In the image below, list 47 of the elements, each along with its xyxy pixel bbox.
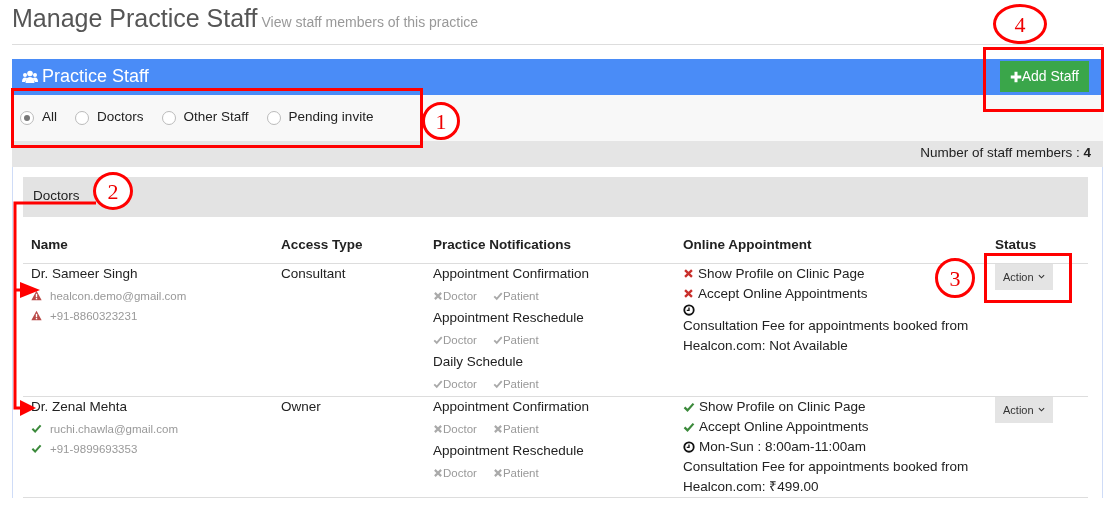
column-header: Name — [23, 216, 273, 264]
setting-text: Accept Online Appointments — [699, 417, 869, 436]
staff-name: Dr. Sameer Singh — [31, 264, 139, 283]
email-text: healcon.demo@gmail.com — [50, 288, 187, 304]
setting-text: Show Profile on Clinic Page — [699, 397, 866, 416]
recipient-label: Patient — [502, 421, 539, 437]
setting-text: Show Profile on Clinic Page — [698, 264, 865, 283]
email-text: ruchi.chawla@gmail.com — [50, 421, 178, 437]
recipient-label: Doctor — [443, 288, 477, 304]
filter-radio[interactable]: Other Staff — [161, 107, 249, 128]
fee-text: Consultation Fee for appointments booked from Healcon.com: ₹499.00 — [683, 457, 970, 496]
recipient-label: Patient — [502, 288, 539, 304]
access-type: Consultant — [281, 264, 347, 283]
column-header: Access Type — [273, 216, 425, 264]
recipient-label: Doctor — [443, 465, 477, 481]
recipient-label: Patient — [502, 376, 539, 392]
action-dropdown[interactable]: Action — [995, 263, 1053, 290]
notification-label: Appointment Reschedule — [433, 441, 585, 460]
phone-text: +91-9899693353 — [50, 441, 138, 457]
recipient-label: Patient — [502, 332, 539, 348]
fee-text: Consultation Fee for appointments booked from Healcon.com: Not Available — [683, 316, 970, 355]
notification-label: Appointment Confirmation — [433, 264, 591, 283]
staff-name: Dr. Zenal Mehta — [31, 397, 129, 416]
access-type: Owner — [281, 397, 322, 416]
phone-text: +91-8860323231 — [50, 308, 138, 324]
page-title: Manage Practice Staff — [12, 3, 258, 34]
column-header: Status — [987, 216, 1088, 264]
annotation-number: 3 — [935, 258, 975, 298]
schedule-text: Mon-Sun : 8:00am-11:00am — [699, 437, 867, 456]
section-title: Doctors — [33, 187, 80, 206]
recipient-label: Doctor — [443, 376, 477, 392]
notification-label: Daily Schedule — [433, 352, 525, 371]
notification-label: Appointment Confirmation — [433, 397, 591, 416]
panel-title: Practice Staff — [42, 65, 149, 88]
recipient-label: Doctor — [443, 421, 477, 437]
setting-text: Accept Online Appointments — [698, 284, 868, 303]
annotation-number: 4 — [993, 4, 1047, 44]
page-subtitle: View staff members of this practice — [261, 13, 479, 32]
recipient-label: Patient — [502, 465, 539, 481]
recipient-label: Doctor — [443, 332, 477, 348]
filter-radio[interactable]: Doctors — [75, 107, 144, 128]
notification-label: Appointment Reschedule — [433, 308, 585, 327]
filter-radio[interactable]: All — [20, 107, 57, 128]
action-dropdown[interactable]: Action — [995, 396, 1053, 423]
filter-radio[interactable]: Pending invite — [266, 107, 374, 128]
column-header: Practice Notifications — [425, 216, 675, 264]
staff-count: Number of staff members : 4 — [920, 144, 1091, 163]
